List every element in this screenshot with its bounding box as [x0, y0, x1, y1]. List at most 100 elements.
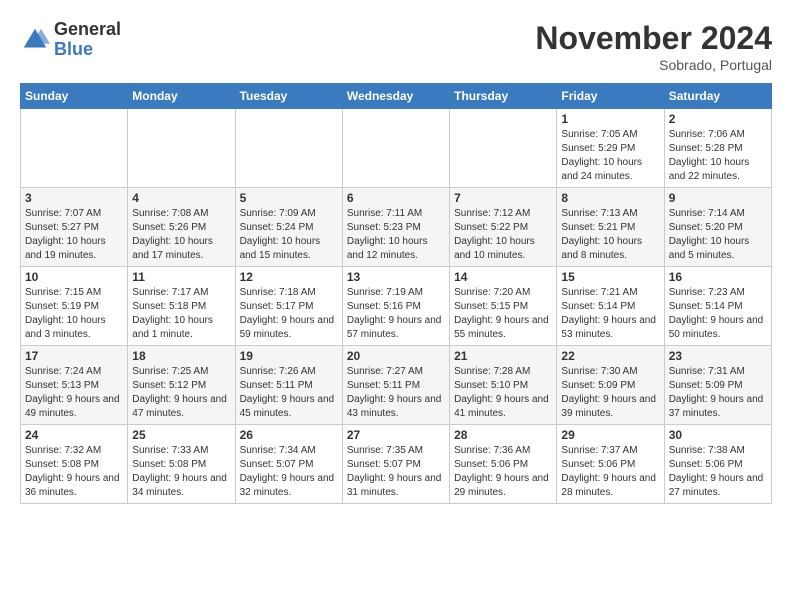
- day-info: Sunrise: 7:07 AMSunset: 5:27 PMDaylight:…: [25, 207, 123, 263]
- day-number: 7: [454, 191, 552, 205]
- day-number: 13: [347, 270, 445, 284]
- calendar-cell: 27 Sunrise: 7:35 AMSunset: 5:07 PMDayligh…: [342, 425, 449, 504]
- day-info: Sunrise: 7:27 AMSunset: 5:11 PMDaylight:…: [347, 365, 445, 421]
- calendar-cell: [128, 109, 235, 188]
- day-info: Sunrise: 7:06 AMSunset: 5:28 PMDaylight:…: [669, 128, 767, 184]
- day-info: Sunrise: 7:26 AMSunset: 5:11 PMDaylight:…: [240, 365, 338, 421]
- day-info: Sunrise: 7:08 AMSunset: 5:26 PMDaylight:…: [132, 207, 230, 263]
- calendar-week-row: 1 Sunrise: 7:05 AMSunset: 5:29 PMDaylight…: [21, 109, 772, 188]
- day-info: Sunrise: 7:13 AMSunset: 5:21 PMDaylight:…: [561, 207, 659, 263]
- day-number: 18: [132, 349, 230, 363]
- day-number: 8: [561, 191, 659, 205]
- day-info: Sunrise: 7:21 AMSunset: 5:14 PMDaylight:…: [561, 286, 659, 342]
- day-number: 1: [561, 112, 659, 126]
- day-info: Sunrise: 7:28 AMSunset: 5:10 PMDaylight:…: [454, 365, 552, 421]
- calendar-cell: 18 Sunrise: 7:25 AMSunset: 5:12 PMDayligh…: [128, 346, 235, 425]
- calendar-cell: 22 Sunrise: 7:30 AMSunset: 5:09 PMDayligh…: [557, 346, 664, 425]
- logo: General Blue: [20, 20, 121, 60]
- logo-general: General: [54, 20, 121, 40]
- day-number: 28: [454, 428, 552, 442]
- calendar-cell: [235, 109, 342, 188]
- day-info: Sunrise: 7:24 AMSunset: 5:13 PMDaylight:…: [25, 365, 123, 421]
- calendar-cell: 5 Sunrise: 7:09 AMSunset: 5:24 PMDaylight…: [235, 188, 342, 267]
- calendar-cell: 28 Sunrise: 7:36 AMSunset: 5:06 PMDayligh…: [450, 425, 557, 504]
- calendar-cell: 14 Sunrise: 7:20 AMSunset: 5:15 PMDayligh…: [450, 267, 557, 346]
- weekday-header: Saturday: [664, 84, 771, 109]
- calendar-cell: 29Sunrise: 7:37 AMSunset: 5:06 PMDayligh…: [557, 425, 664, 504]
- day-number: 27: [347, 428, 445, 442]
- calendar-cell: 13 Sunrise: 7:19 AMSunset: 5:16 PMDayligh…: [342, 267, 449, 346]
- weekday-header-row: SundayMondayTuesdayWednesdayThursdayFrid…: [21, 84, 772, 109]
- day-info: Sunrise: 7:25 AMSunset: 5:12 PMDaylight:…: [132, 365, 230, 421]
- weekday-header: Monday: [128, 84, 235, 109]
- day-info: Sunrise: 7:30 AMSunset: 5:09 PMDaylight:…: [561, 365, 659, 421]
- day-number: 26: [240, 428, 338, 442]
- subtitle: Sobrado, Portugal: [535, 57, 772, 73]
- calendar-cell: 12Sunrise: 7:18 AMSunset: 5:17 PMDayligh…: [235, 267, 342, 346]
- calendar-week-row: 3 Sunrise: 7:07 AMSunset: 5:27 PMDaylight…: [21, 188, 772, 267]
- day-number: 23: [669, 349, 767, 363]
- day-info: Sunrise: 7:36 AMSunset: 5:06 PMDaylight:…: [454, 444, 552, 500]
- logo-icon: [20, 25, 50, 55]
- calendar-cell: 26 Sunrise: 7:34 AMSunset: 5:07 PMDayligh…: [235, 425, 342, 504]
- day-info: Sunrise: 7:31 AMSunset: 5:09 PMDaylight:…: [669, 365, 767, 421]
- day-number: 15: [561, 270, 659, 284]
- calendar-cell: 2 Sunrise: 7:06 AMSunset: 5:28 PMDaylight…: [664, 109, 771, 188]
- day-number: 4: [132, 191, 230, 205]
- day-number: 14: [454, 270, 552, 284]
- weekday-header: Thursday: [450, 84, 557, 109]
- day-info: Sunrise: 7:11 AMSunset: 5:23 PMDaylight:…: [347, 207, 445, 263]
- weekday-header: Tuesday: [235, 84, 342, 109]
- weekday-header: Wednesday: [342, 84, 449, 109]
- calendar-cell: 17 Sunrise: 7:24 AMSunset: 5:13 PMDayligh…: [21, 346, 128, 425]
- day-number: 6: [347, 191, 445, 205]
- day-number: 3: [25, 191, 123, 205]
- day-number: 17: [25, 349, 123, 363]
- day-number: 11: [132, 270, 230, 284]
- calendar-cell: 3 Sunrise: 7:07 AMSunset: 5:27 PMDaylight…: [21, 188, 128, 267]
- calendar-cell: 15 Sunrise: 7:21 AMSunset: 5:14 PMDayligh…: [557, 267, 664, 346]
- calendar-cell: 25 Sunrise: 7:33 AMSunset: 5:08 PMDayligh…: [128, 425, 235, 504]
- calendar-cell: 1 Sunrise: 7:05 AMSunset: 5:29 PMDaylight…: [557, 109, 664, 188]
- day-number: 5: [240, 191, 338, 205]
- day-info: Sunrise: 7:37 AMSunset: 5:06 PMDaylight:…: [561, 444, 659, 500]
- day-number: 2: [669, 112, 767, 126]
- day-number: 24: [25, 428, 123, 442]
- calendar-cell: 4 Sunrise: 7:08 AMSunset: 5:26 PMDaylight…: [128, 188, 235, 267]
- calendar-cell: 11Sunrise: 7:17 AMSunset: 5:18 PMDayligh…: [128, 267, 235, 346]
- calendar-week-row: 10Sunrise: 7:15 AMSunset: 5:19 PMDayligh…: [21, 267, 772, 346]
- calendar-cell: 23 Sunrise: 7:31 AMSunset: 5:09 PMDayligh…: [664, 346, 771, 425]
- calendar-cell: 24Sunrise: 7:32 AMSunset: 5:08 PMDayligh…: [21, 425, 128, 504]
- day-info: Sunrise: 7:20 AMSunset: 5:15 PMDaylight:…: [454, 286, 552, 342]
- day-number: 9: [669, 191, 767, 205]
- calendar-cell: [21, 109, 128, 188]
- day-number: 12: [240, 270, 338, 284]
- day-info: Sunrise: 7:34 AMSunset: 5:07 PMDaylight:…: [240, 444, 338, 500]
- day-number: 19: [240, 349, 338, 363]
- day-number: 21: [454, 349, 552, 363]
- calendar: SundayMondayTuesdayWednesdayThursdayFrid…: [20, 83, 772, 504]
- calendar-cell: 21 Sunrise: 7:28 AMSunset: 5:10 PMDayligh…: [450, 346, 557, 425]
- day-info: Sunrise: 7:19 AMSunset: 5:16 PMDaylight:…: [347, 286, 445, 342]
- month-title: November 2024: [535, 20, 772, 57]
- weekday-header: Sunday: [21, 84, 128, 109]
- day-number: 22: [561, 349, 659, 363]
- header: General Blue November 2024 Sobrado, Port…: [20, 20, 772, 73]
- calendar-cell: 20 Sunrise: 7:27 AMSunset: 5:11 PMDayligh…: [342, 346, 449, 425]
- day-number: 20: [347, 349, 445, 363]
- day-info: Sunrise: 7:15 AMSunset: 5:19 PMDaylight:…: [25, 286, 123, 342]
- calendar-cell: [342, 109, 449, 188]
- title-area: November 2024 Sobrado, Portugal: [535, 20, 772, 73]
- day-info: Sunrise: 7:09 AMSunset: 5:24 PMDaylight:…: [240, 207, 338, 263]
- calendar-cell: 9Sunrise: 7:14 AMSunset: 5:20 PMDaylight…: [664, 188, 771, 267]
- calendar-cell: 16Sunrise: 7:23 AMSunset: 5:14 PMDayligh…: [664, 267, 771, 346]
- day-number: 25: [132, 428, 230, 442]
- day-info: Sunrise: 7:12 AMSunset: 5:22 PMDaylight:…: [454, 207, 552, 263]
- day-info: Sunrise: 7:05 AMSunset: 5:29 PMDaylight:…: [561, 128, 659, 184]
- day-info: Sunrise: 7:35 AMSunset: 5:07 PMDaylight:…: [347, 444, 445, 500]
- day-number: 30: [669, 428, 767, 442]
- calendar-cell: 7 Sunrise: 7:12 AMSunset: 5:22 PMDaylight…: [450, 188, 557, 267]
- day-info: Sunrise: 7:33 AMSunset: 5:08 PMDaylight:…: [132, 444, 230, 500]
- calendar-week-row: 24Sunrise: 7:32 AMSunset: 5:08 PMDayligh…: [21, 425, 772, 504]
- logo-text: General Blue: [54, 20, 121, 60]
